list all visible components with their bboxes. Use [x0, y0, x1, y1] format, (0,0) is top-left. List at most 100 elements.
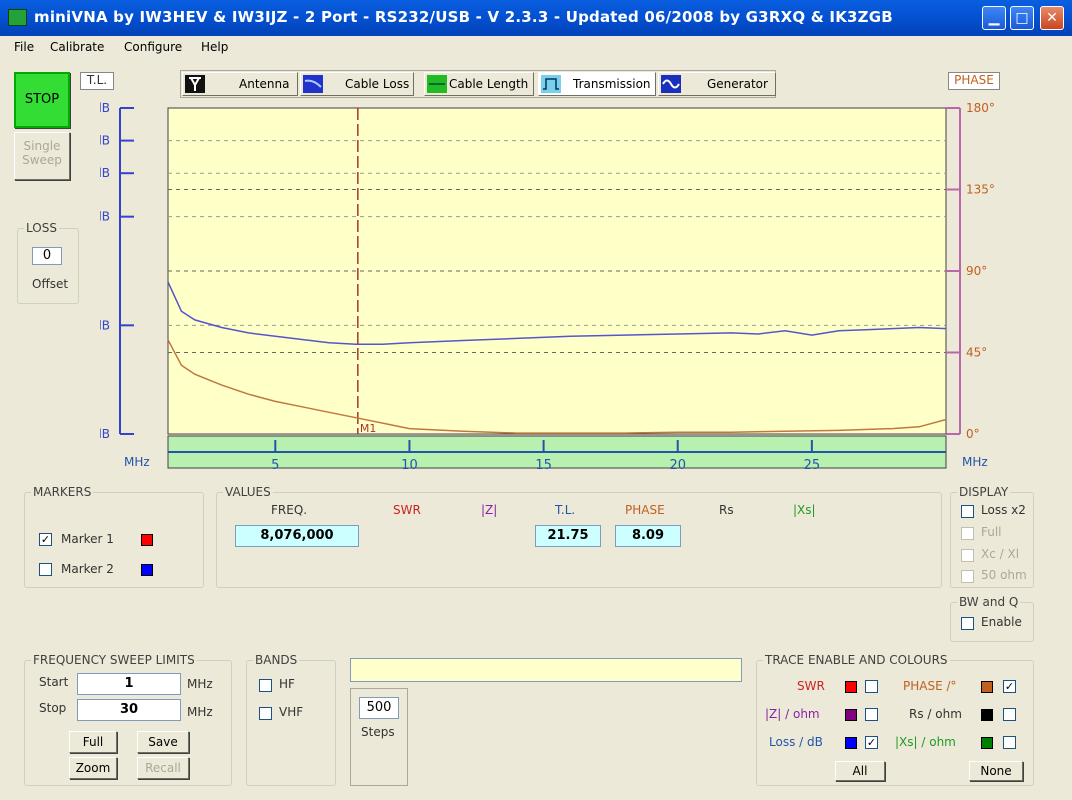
rs-trace-checkbox[interactable] [1003, 708, 1016, 721]
loss-group: LOSS 0 Offset [17, 221, 79, 304]
rs-header: Rs [719, 503, 734, 517]
swr-trace-checkbox[interactable] [865, 680, 878, 693]
bwq-group-title: BW and Q [957, 595, 1021, 609]
tab-cable-length[interactable]: Cable Length [424, 72, 534, 96]
x-unit-label-left: MHz [124, 455, 150, 469]
vhf-checkbox[interactable] [259, 707, 272, 720]
rs-color-swatch[interactable] [981, 709, 993, 721]
loss-trace-checkbox[interactable]: ✓ [865, 736, 878, 749]
xs-trace-checkbox[interactable] [1003, 736, 1016, 749]
phase-trace-checkbox[interactable]: ✓ [1003, 680, 1016, 693]
stop-unit: MHz [187, 705, 213, 719]
trace-loss-label: Loss / dB [769, 735, 823, 749]
cable-length-icon [427, 75, 447, 93]
zoom-button[interactable]: Zoom [69, 757, 117, 779]
z-color-swatch[interactable] [845, 709, 857, 721]
hf-checkbox[interactable] [259, 679, 272, 692]
trace-phase-label: PHASE /° [903, 679, 957, 693]
start-freq-input[interactable]: 1 [77, 673, 181, 695]
full-button[interactable]: Full [69, 731, 117, 753]
loss-offset-field[interactable]: 0 [32, 247, 62, 265]
marker2-checkbox[interactable] [39, 563, 52, 576]
trace-z-label: |Z| / ohm [765, 707, 820, 721]
marker2-color-swatch[interactable] [141, 564, 153, 576]
single-sweep-button[interactable]: Single Sweep [14, 132, 70, 180]
tab-antenna[interactable]: Antenna [182, 72, 298, 96]
start-label: Start [39, 675, 69, 689]
full-label: Full [981, 525, 1002, 539]
minimize-button[interactable]: ▁ [982, 6, 1006, 30]
cable-loss-icon [303, 75, 323, 93]
marker2-label: Marker 2 [61, 562, 114, 576]
z-trace-checkbox[interactable] [865, 708, 878, 721]
ohm50-checkbox[interactable] [961, 570, 974, 583]
tl-badge: T.L. [80, 72, 114, 90]
z-header: |Z| [481, 503, 498, 517]
menu-help[interactable]: Help [201, 40, 228, 54]
phase-badge: PHASE [948, 72, 1000, 90]
values-group-title: VALUES [223, 485, 273, 499]
xs-color-swatch[interactable] [981, 737, 993, 749]
full-checkbox[interactable] [961, 527, 974, 540]
menu-bar: File Calibrate Configure Help [0, 36, 1072, 58]
close-button[interactable]: ✕ [1040, 6, 1064, 30]
left-axis-tick-label: 10dB [100, 210, 110, 224]
menu-file[interactable]: File [14, 40, 34, 54]
menu-calibrate[interactable]: Calibrate [50, 40, 104, 54]
right-axis-tick-label: 135° [966, 183, 995, 197]
bands-group-title: BANDS [253, 653, 300, 667]
tl-value: 21.75 [535, 525, 601, 547]
loss-color-swatch[interactable] [845, 737, 857, 749]
all-button[interactable]: All [835, 761, 885, 781]
generator-icon [661, 75, 681, 93]
bwq-group: BW and Q Enable [950, 595, 1034, 642]
start-unit: MHz [187, 677, 213, 691]
swr-color-swatch[interactable] [845, 681, 857, 693]
window-title: miniVNA by IW3HEV & IW3IJZ - 2 Port - RS… [34, 8, 893, 26]
xcxl-checkbox[interactable] [961, 549, 974, 562]
marker1-color-swatch[interactable] [141, 534, 153, 546]
xs-header: |Xs| [793, 503, 816, 517]
stop-freq-input[interactable]: 30 [77, 699, 181, 721]
antenna-icon [185, 75, 205, 93]
ohm50-label: 50 ohm [981, 568, 1027, 582]
tab-generator[interactable]: Generator [658, 72, 776, 96]
trace-group: TRACE ENABLE AND COLOURS SWR PHASE /° ✓ … [756, 653, 1034, 786]
tab-transmission[interactable]: Transmission [538, 72, 656, 96]
transmission-chart[interactable]: 0dB 3dB 6dB 10dB 20dB 30dB 180° 135° 90° 45° 0° 5 10… [100, 96, 1020, 486]
sweep-progress-bar [350, 658, 742, 682]
bands-group: BANDS HF VHF [246, 653, 336, 786]
tab-cable-loss[interactable]: Cable Loss [300, 72, 414, 96]
right-axis-tick-label: 0° [966, 427, 980, 441]
marker1-checkbox[interactable]: ✓ [39, 533, 52, 546]
left-axis-tick-label: 30dB [100, 427, 110, 441]
save-button[interactable]: Save [137, 731, 189, 753]
phase-color-swatch[interactable] [981, 681, 993, 693]
menu-configure[interactable]: Configure [124, 40, 182, 54]
marker1-label: Marker 1 [61, 532, 114, 546]
loss-x2-checkbox[interactable] [961, 505, 974, 518]
tl-header: T.L. [555, 503, 576, 517]
x-axis-tick-label: 25 [804, 458, 821, 473]
title-bar[interactable]: miniVNA by IW3HEV & IW3IJZ - 2 Port - RS… [0, 0, 1072, 36]
none-button[interactable]: None [969, 761, 1023, 781]
bwq-enable-label: Enable [981, 615, 1022, 629]
marker-label: M1 [360, 422, 377, 435]
recall-button[interactable]: Recall [137, 757, 189, 779]
app-icon [8, 9, 27, 26]
display-group-title: DISPLAY [957, 485, 1011, 499]
trace-rs-label: Rs / ohm [909, 707, 962, 721]
left-axis-tick-label: 6dB [100, 166, 110, 180]
right-axis-tick-label: 45° [966, 346, 987, 360]
sweep-limits-title: FREQUENCY SWEEP LIMITS [31, 653, 197, 667]
bwq-enable-checkbox[interactable] [961, 617, 974, 630]
steps-panel: 500 Steps [350, 688, 408, 786]
trace-group-title: TRACE ENABLE AND COLOURS [763, 653, 950, 667]
vhf-label: VHF [279, 705, 304, 719]
maximize-button[interactable]: □ [1010, 6, 1034, 30]
stop-button[interactable]: STOP [14, 72, 70, 128]
steps-input[interactable]: 500 [359, 697, 399, 719]
trace-swr-label: SWR [797, 679, 825, 693]
phase-header: PHASE [625, 503, 665, 517]
trace-xs-label: |Xs| / ohm [895, 735, 956, 749]
